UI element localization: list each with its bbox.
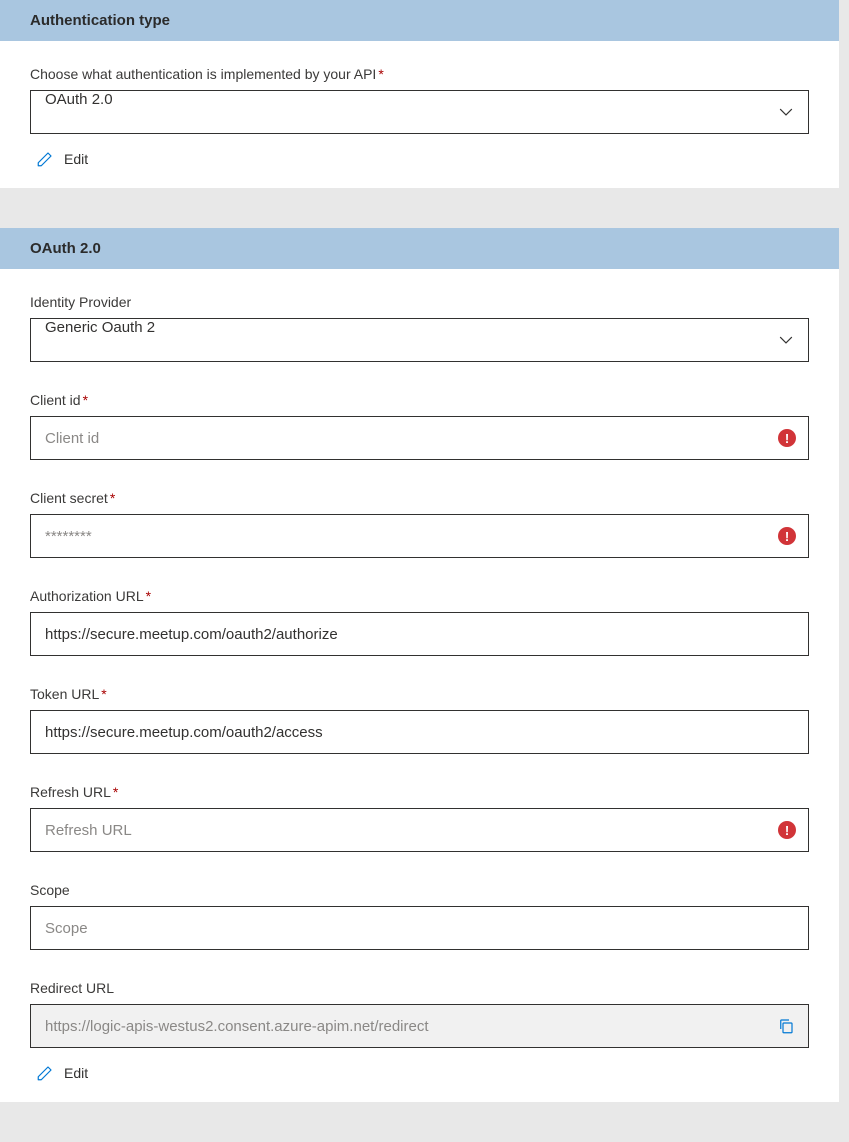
auth-type-choose-label: Choose what authentication is implemente… xyxy=(30,66,809,82)
error-icon xyxy=(778,821,796,839)
oauth-edit-button[interactable]: Edit xyxy=(30,1064,809,1082)
chevron-down-icon xyxy=(764,105,808,119)
refresh-url-label: Refresh URL* xyxy=(30,784,809,800)
scope-input[interactable] xyxy=(31,907,808,949)
identity-provider-value: Generic Oauth 2 xyxy=(31,319,764,361)
token-url-input-wrap xyxy=(30,710,809,754)
refresh-url-input[interactable] xyxy=(31,809,778,851)
error-icon xyxy=(778,527,796,545)
scope-label: Scope xyxy=(30,882,809,898)
edit-label: Edit xyxy=(64,151,88,167)
auth-url-input-wrap xyxy=(30,612,809,656)
edit-label: Edit xyxy=(64,1065,88,1081)
identity-provider-label: Identity Provider xyxy=(30,294,809,310)
token-url-input[interactable] xyxy=(31,711,808,753)
chevron-down-icon xyxy=(764,333,808,347)
client-id-label: Client id* xyxy=(30,392,809,408)
token-url-label: Token URL* xyxy=(30,686,809,702)
error-icon xyxy=(778,429,796,447)
redirect-url-label: Redirect URL xyxy=(30,980,809,996)
oauth-panel: OAuth 2.0 Identity Provider Generic Oaut… xyxy=(0,228,849,1102)
scope-input-wrap xyxy=(30,906,809,950)
redirect-url-input[interactable] xyxy=(31,1005,764,1047)
auth-type-panel: Authentication type Choose what authenti… xyxy=(0,0,849,188)
pencil-icon xyxy=(36,150,54,168)
auth-type-selected-value: OAuth 2.0 xyxy=(31,91,764,133)
redirect-url-input-wrap xyxy=(30,1004,809,1048)
client-secret-input-wrap xyxy=(30,514,809,558)
copy-icon[interactable] xyxy=(764,1017,808,1035)
refresh-url-input-wrap xyxy=(30,808,809,852)
auth-url-label: Authorization URL* xyxy=(30,588,809,604)
client-id-input[interactable] xyxy=(31,417,778,459)
auth-type-edit-button[interactable]: Edit xyxy=(30,150,809,168)
oauth-header: OAuth 2.0 xyxy=(0,228,839,269)
identity-provider-select[interactable]: Generic Oauth 2 xyxy=(30,318,809,362)
client-secret-input[interactable] xyxy=(31,515,778,557)
auth-type-header: Authentication type xyxy=(0,0,839,41)
pencil-icon xyxy=(36,1064,54,1082)
auth-url-input[interactable] xyxy=(31,613,808,655)
auth-type-select[interactable]: OAuth 2.0 xyxy=(30,90,809,134)
client-secret-label: Client secret* xyxy=(30,490,809,506)
client-id-input-wrap xyxy=(30,416,809,460)
